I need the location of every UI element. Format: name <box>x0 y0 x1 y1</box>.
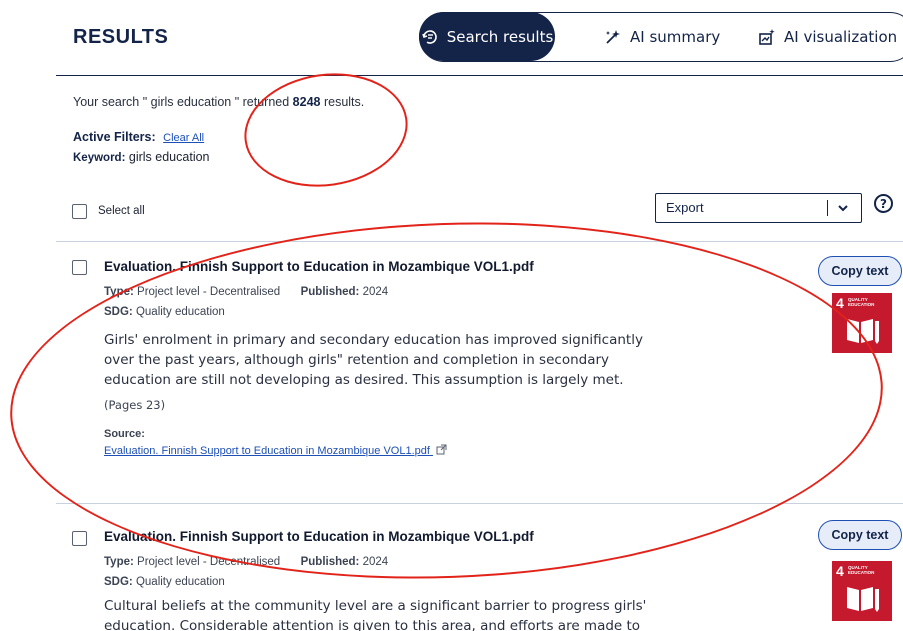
export-label: Export <box>666 200 704 215</box>
clear-all-link[interactable]: Clear All <box>163 132 204 144</box>
copy-text-button[interactable]: Copy text <box>818 520 902 550</box>
sdg-number: 4 <box>836 563 844 579</box>
sdg-number: 4 <box>836 295 844 311</box>
result-sdg: SDG: Quality education <box>104 576 225 588</box>
copy-text-button[interactable]: Copy text <box>818 256 902 286</box>
sdg-label: SDG: <box>104 576 133 588</box>
header-divider <box>56 75 903 76</box>
ai-sparkle-icon <box>606 29 620 44</box>
ai-chart-icon <box>759 28 775 45</box>
tab-search-results-label: Search results <box>446 27 554 46</box>
sdg-badge-text: QUALITY EDUCATION <box>848 565 875 575</box>
keyword-label: Keyword: <box>73 152 126 164</box>
keyword-value: girls education <box>128 150 210 164</box>
export-dropdown[interactable]: Export <box>655 193 862 223</box>
annotation-circle <box>237 63 415 197</box>
type-label: Type: <box>104 556 134 568</box>
result-checkbox[interactable] <box>72 260 87 275</box>
book-pencil-icon <box>847 587 879 612</box>
select-all-label: Select all <box>98 205 145 217</box>
search-results-icon <box>421 29 437 44</box>
help-icon[interactable]: ? <box>874 194 893 213</box>
chevron-down-icon <box>838 205 848 212</box>
result-excerpt: Cultural beliefs at the community level … <box>104 598 647 631</box>
tab-search-results[interactable]: Search results <box>419 12 555 61</box>
tab-ai-visualization-label: AI visualization <box>784 27 898 46</box>
tab-ai-summary-label: AI summary <box>630 27 721 46</box>
sdg4-badge: 4 QUALITY EDUCATION <box>832 561 892 621</box>
active-filters: Active Filters: Clear All <box>73 130 204 144</box>
active-filters-label: Active Filters: <box>73 130 156 144</box>
sdg-badge-text: QUALITY EDUCATION <box>848 297 875 307</box>
page-title: RESULTS <box>73 26 169 48</box>
tab-ai-summary[interactable]: AI summary <box>604 13 720 60</box>
result-checkbox[interactable] <box>72 531 87 546</box>
sdg-value: Quality education <box>135 576 225 588</box>
view-tabs: Search results AI summary AI visualizati… <box>419 12 903 62</box>
select-all-checkbox[interactable] <box>72 204 87 219</box>
tab-ai-visualization[interactable]: AI visualization <box>758 13 897 60</box>
export-divider <box>827 200 828 216</box>
keyword-filter: Keyword: girls education <box>73 150 210 164</box>
results-header: RESULTS Search results AI summary AI vis… <box>0 0 903 77</box>
